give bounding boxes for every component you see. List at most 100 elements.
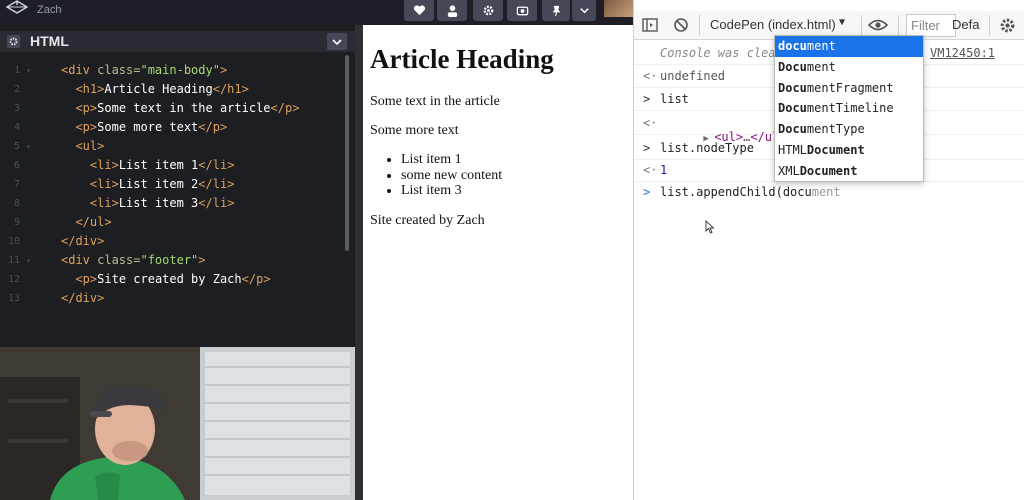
- gear-icon[interactable]: [999, 17, 1016, 34]
- article-paragraph-1: Some text in the article: [370, 94, 500, 109]
- option-prefix: HTML: [778, 142, 807, 157]
- more-button[interactable]: [572, 0, 596, 21]
- autocomplete-option[interactable]: DocumentFragment: [775, 78, 923, 99]
- autocomplete-hint: ment: [811, 185, 841, 199]
- autocomplete-option[interactable]: HTMLDocument: [775, 140, 923, 161]
- result-value: 1: [660, 163, 668, 177]
- pen-author[interactable]: Zach: [37, 4, 61, 16]
- mouse-cursor-icon: [705, 220, 715, 234]
- option-rest: mentFragment: [806, 80, 894, 95]
- avatar[interactable]: [604, 0, 633, 17]
- sidebar-toggle-icon[interactable]: [642, 17, 658, 33]
- code-token: <li>: [89, 177, 119, 191]
- article-list: List item 1 some new content List item 3: [389, 152, 502, 199]
- autocomplete-option[interactable]: document: [775, 36, 923, 57]
- gear-icon[interactable]: [7, 35, 20, 48]
- eye-icon[interactable]: [868, 17, 888, 33]
- code-token: Article Heading: [104, 82, 213, 96]
- code-line[interactable]: 4 <p>Some more text</p>: [0, 118, 345, 137]
- autocomplete-option[interactable]: Document: [775, 57, 923, 78]
- code-line[interactable]: 3 <p>Some text in the article</p>: [0, 99, 345, 118]
- console-input[interactable]: list.appendChild(document: [660, 185, 841, 199]
- code-line[interactable]: 8 <li>List item 3</li>: [0, 194, 345, 213]
- code-line[interactable]: 11 ▾ <div class="footer">: [0, 251, 345, 270]
- autocomplete-dropdown: document Document DocumentFragment Document…: [774, 35, 924, 182]
- clear-console-icon[interactable]: [673, 17, 689, 33]
- code-text: <p>Some text in the article</p>: [61, 99, 299, 118]
- log-levels-dropdown[interactable]: Defa: [952, 17, 979, 32]
- fold-arrow-icon[interactable]: ▾: [26, 137, 31, 156]
- toolbar-divider: [861, 15, 862, 36]
- code-token: "main-body": [140, 63, 220, 77]
- code-token: <p>: [75, 120, 98, 134]
- code-line[interactable]: 12 <p>Site created by Zach</p>: [0, 270, 345, 289]
- code-token: </div>: [61, 291, 105, 305]
- settings-button[interactable]: [473, 0, 503, 21]
- option-match: Docu: [778, 59, 807, 74]
- line-number: 12: [7, 274, 20, 285]
- option-match: Docu: [778, 122, 807, 137]
- love-button[interactable]: [404, 0, 434, 21]
- source-link[interactable]: VM12450:1: [930, 46, 995, 60]
- prompt-chevron-icon: >: [643, 92, 651, 106]
- line-number: 5: [13, 141, 20, 152]
- code-line[interactable]: 2 <h1>Article Heading</h1>: [0, 80, 345, 99]
- list-item: List item 1: [401, 152, 502, 168]
- pane-resizer[interactable]: [355, 25, 363, 500]
- filter-input[interactable]: Filter: [906, 14, 956, 37]
- editor-header: HTML: [0, 31, 355, 52]
- console-input-line[interactable]: > list.appendChild(document: [634, 181, 1024, 204]
- account-button[interactable]: [437, 0, 467, 21]
- line-number: 10: [7, 236, 20, 247]
- option-match: Document: [799, 163, 858, 178]
- gear-icon: [483, 5, 493, 16]
- code-line[interactable]: 6 <li>List item 1</li>: [0, 156, 345, 175]
- autocomplete-option[interactable]: DocumentTimeline: [775, 98, 923, 119]
- code-text: <li>List item 3</li>: [61, 194, 235, 213]
- code-line[interactable]: 13 </div>: [0, 289, 345, 308]
- line-number: 4: [13, 122, 20, 133]
- triangle-down-icon[interactable]: ▼: [839, 17, 845, 28]
- autocomplete-option[interactable]: DocumentType: [775, 119, 923, 140]
- code-area[interactable]: 1 ▾ <div class="main-body"> 2 <h1>Article H…: [0, 61, 345, 308]
- code-line[interactable]: 10 </div>: [0, 232, 345, 251]
- editor-scrollbar[interactable]: [345, 55, 349, 251]
- code-line[interactable]: 7 <li>List item 2</li>: [0, 175, 345, 194]
- code-token: >: [198, 253, 206, 267]
- code-line[interactable]: 5 ▾ <ul>: [0, 137, 345, 156]
- prompt-chevron-icon: >: [643, 185, 651, 199]
- layout-button[interactable]: [507, 0, 537, 21]
- line-number: 9: [13, 217, 20, 228]
- camera-icon: [516, 6, 528, 16]
- code-text: <p>Site created by Zach</p>: [61, 270, 270, 289]
- collapse-button[interactable]: [327, 33, 347, 50]
- context-selector[interactable]: CodePen (index.html): [710, 17, 836, 32]
- code-line[interactable]: 9 </ul>: [0, 213, 345, 232]
- code-token: Site created by Zach: [97, 272, 242, 286]
- fold-arrow-icon[interactable]: ▾: [26, 251, 31, 270]
- article-paragraph-2: Some more text: [370, 123, 459, 138]
- code-token: </p>: [270, 101, 300, 115]
- list-item: some new content: [401, 168, 502, 184]
- html-editor-panel: HTML 1 ▾ <div class="main-body"> 2 <h1>Arti…: [0, 25, 355, 347]
- code-token: </div>: [61, 234, 105, 248]
- line-number: 13: [7, 293, 20, 304]
- code-line[interactable]: 1 ▾ <div class="main-body">: [0, 61, 345, 80]
- code-token: </ul>: [75, 215, 112, 229]
- code-token: List item 3: [118, 196, 199, 210]
- fold-arrow-icon[interactable]: ▾: [26, 61, 31, 80]
- autocomplete-option[interactable]: XMLDocument: [775, 161, 923, 182]
- code-text: <p>Some more text</p>: [61, 118, 227, 137]
- code-token: <h1>: [75, 82, 105, 96]
- line-number: 3: [13, 103, 20, 114]
- code-token: Some text in the article: [97, 101, 271, 115]
- pin-button[interactable]: [542, 0, 570, 21]
- codepen-logo-icon[interactable]: [6, 0, 28, 16]
